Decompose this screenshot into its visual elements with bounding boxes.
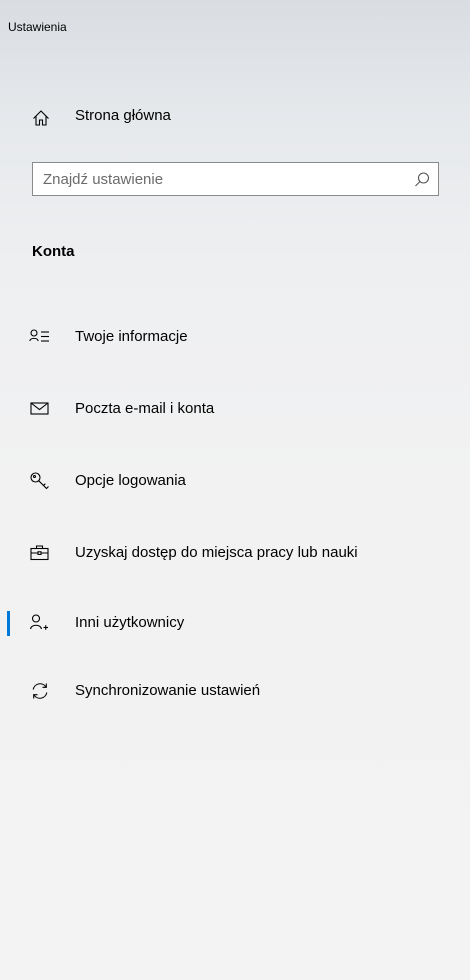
home-icon: [31, 108, 51, 128]
person-info-icon: [29, 327, 51, 347]
nav-item-sync-settings[interactable]: Synchronizowanie ustawień: [0, 670, 470, 712]
search-input[interactable]: [33, 163, 403, 195]
key-icon: [29, 471, 51, 491]
sync-icon: [29, 681, 51, 701]
home-label: Strona główna: [75, 107, 171, 124]
nav-item-sign-in-options[interactable]: Opcje logowania: [0, 460, 470, 502]
home-nav-item[interactable]: Strona główna: [0, 96, 470, 138]
nav-item-label: Twoje informacje: [75, 328, 188, 345]
nav-item-label: Synchronizowanie ustawień: [75, 682, 261, 699]
selection-indicator: [7, 611, 10, 636]
section-title: Konta: [32, 243, 75, 260]
mail-icon: [29, 399, 51, 419]
search-box[interactable]: [32, 162, 439, 196]
nav-item-label: Inni użytkownicy: [75, 614, 185, 631]
nav-item-label: Opcje logowania: [75, 472, 186, 489]
nav-item-your-info[interactable]: Twoje informacje: [0, 316, 470, 358]
search-icon[interactable]: [412, 170, 432, 190]
nav-item-access-work-school[interactable]: Uzyskaj dostęp do miejsca pracy lub nauk…: [0, 532, 470, 574]
nav-item-label: Uzyskaj dostęp do miejsca pracy lub nauk…: [75, 544, 358, 561]
add-person-icon: [29, 613, 51, 633]
nav-item-label: Poczta e-mail i konta: [75, 400, 215, 417]
nav-item-other-users[interactable]: Inni użytkownicy: [0, 602, 470, 644]
window-title: Ustawienia: [8, 20, 67, 34]
briefcase-icon: [29, 543, 51, 563]
nav-item-email-accounts[interactable]: Poczta e-mail i konta: [0, 388, 470, 430]
